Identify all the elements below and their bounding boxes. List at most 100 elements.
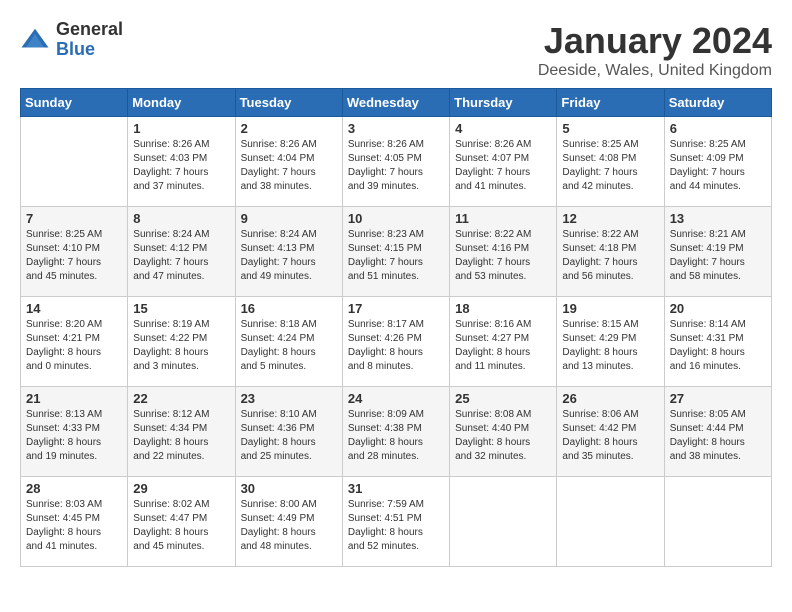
week-row-2: 7 Sunrise: 8:25 AM Sunset: 4:10 PM Daylig… [21,207,772,297]
calendar-cell: 1 Sunrise: 8:26 AM Sunset: 4:03 PM Daylig… [128,117,235,207]
day-number: 3 [348,121,444,136]
day-info: Sunrise: 8:25 AM Sunset: 4:09 PM Dayligh… [670,138,766,194]
day-number: 8 [133,211,229,226]
day-number: 13 [670,211,766,226]
calendar-cell: 23 Sunrise: 8:10 AM Sunset: 4:36 PM Dayli… [235,387,342,477]
day-number: 21 [26,391,122,406]
calendar-cell [664,477,771,567]
day-info: Sunrise: 8:14 AM Sunset: 4:31 PM Dayligh… [670,318,766,374]
calendar-cell: 27 Sunrise: 8:05 AM Sunset: 4:44 PM Dayli… [664,387,771,477]
day-info: Sunrise: 8:03 AM Sunset: 4:45 PM Dayligh… [26,498,122,554]
day-info: Sunrise: 8:15 AM Sunset: 4:29 PM Dayligh… [562,318,658,374]
logo-text: General Blue [56,20,123,60]
day-number: 9 [241,211,337,226]
day-info: Sunrise: 8:22 AM Sunset: 4:16 PM Dayligh… [455,228,551,284]
day-number: 26 [562,391,658,406]
day-number: 23 [241,391,337,406]
title-section: January 2024 Deeside, Wales, United King… [538,20,772,80]
day-info: Sunrise: 8:10 AM Sunset: 4:36 PM Dayligh… [241,408,337,464]
calendar-cell: 13 Sunrise: 8:21 AM Sunset: 4:19 PM Dayli… [664,207,771,297]
calendar-cell: 14 Sunrise: 8:20 AM Sunset: 4:21 PM Dayli… [21,297,128,387]
logo-icon [20,25,50,55]
day-number: 11 [455,211,551,226]
calendar-cell: 26Sunrise: 8:06 AM Sunset: 4:42 PM Dayli… [557,387,664,477]
day-number: 29 [133,481,229,496]
calendar-cell [557,477,664,567]
day-number: 1 [133,121,229,136]
calendar-cell: 31 Sunrise: 7:59 AM Sunset: 4:51 PM Dayli… [342,477,449,567]
day-number: 6 [670,121,766,136]
day-info: Sunrise: 8:16 AM Sunset: 4:27 PM Dayligh… [455,318,551,374]
calendar-cell: 6 Sunrise: 8:25 AM Sunset: 4:09 PM Daylig… [664,117,771,207]
calendar-header-row: SundayMondayTuesdayWednesdayThursdayFrid… [21,89,772,117]
calendar-table: SundayMondayTuesdayWednesdayThursdayFrid… [20,88,772,567]
day-number: 27 [670,391,766,406]
month-title: January 2024 [538,20,772,62]
day-info: Sunrise: 8:02 AM Sunset: 4:47 PM Dayligh… [133,498,229,554]
day-number: 20 [670,301,766,316]
calendar-cell: 28 Sunrise: 8:03 AM Sunset: 4:45 PM Dayli… [21,477,128,567]
column-header-tuesday: Tuesday [235,89,342,117]
day-number: 28 [26,481,122,496]
calendar-cell: 20 Sunrise: 8:14 AM Sunset: 4:31 PM Dayli… [664,297,771,387]
page-header: General Blue January 2024 Deeside, Wales… [20,20,772,80]
day-info: Sunrise: 8:26 AM Sunset: 4:04 PM Dayligh… [241,138,337,194]
logo-blue-text: Blue [56,40,123,60]
day-info: Sunrise: 8:00 AM Sunset: 4:49 PM Dayligh… [241,498,337,554]
day-info: Sunrise: 8:22 AM Sunset: 4:18 PM Dayligh… [562,228,658,284]
day-info: Sunrise: 8:26 AM Sunset: 4:03 PM Dayligh… [133,138,229,194]
calendar-cell: 2 Sunrise: 8:26 AM Sunset: 4:04 PM Daylig… [235,117,342,207]
calendar-cell: 18Sunrise: 8:16 AM Sunset: 4:27 PM Dayli… [450,297,557,387]
day-info: Sunrise: 8:12 AM Sunset: 4:34 PM Dayligh… [133,408,229,464]
calendar-cell: 19Sunrise: 8:15 AM Sunset: 4:29 PM Dayli… [557,297,664,387]
calendar-cell: 29 Sunrise: 8:02 AM Sunset: 4:47 PM Dayli… [128,477,235,567]
calendar-cell: 11 Sunrise: 8:22 AM Sunset: 4:16 PM Dayli… [450,207,557,297]
column-header-thursday: Thursday [450,89,557,117]
calendar-cell: 3 Sunrise: 8:26 AM Sunset: 4:05 PM Daylig… [342,117,449,207]
week-row-5: 28 Sunrise: 8:03 AM Sunset: 4:45 PM Dayli… [21,477,772,567]
day-number: 12 [562,211,658,226]
week-row-4: 21Sunrise: 8:13 AM Sunset: 4:33 PM Dayli… [21,387,772,477]
logo: General Blue [20,20,123,60]
week-row-3: 14 Sunrise: 8:20 AM Sunset: 4:21 PM Dayli… [21,297,772,387]
day-info: Sunrise: 8:08 AM Sunset: 4:40 PM Dayligh… [455,408,551,464]
day-info: Sunrise: 8:25 AM Sunset: 4:08 PM Dayligh… [562,138,658,194]
day-number: 7 [26,211,122,226]
column-header-saturday: Saturday [664,89,771,117]
calendar-cell: 12 Sunrise: 8:22 AM Sunset: 4:18 PM Dayli… [557,207,664,297]
calendar-cell: 5 Sunrise: 8:25 AM Sunset: 4:08 PM Daylig… [557,117,664,207]
calendar-cell [450,477,557,567]
calendar-cell: 10Sunrise: 8:23 AM Sunset: 4:15 PM Dayli… [342,207,449,297]
logo-general-text: General [56,20,123,40]
day-info: Sunrise: 8:26 AM Sunset: 4:05 PM Dayligh… [348,138,444,194]
day-number: 10 [348,211,444,226]
day-number: 31 [348,481,444,496]
day-info: Sunrise: 8:17 AM Sunset: 4:26 PM Dayligh… [348,318,444,374]
calendar-cell: 17Sunrise: 8:17 AM Sunset: 4:26 PM Dayli… [342,297,449,387]
day-info: Sunrise: 8:09 AM Sunset: 4:38 PM Dayligh… [348,408,444,464]
calendar-cell: 9 Sunrise: 8:24 AM Sunset: 4:13 PM Daylig… [235,207,342,297]
calendar-cell: 8Sunrise: 8:24 AM Sunset: 4:12 PM Daylig… [128,207,235,297]
day-number: 14 [26,301,122,316]
calendar-cell: 25 Sunrise: 8:08 AM Sunset: 4:40 PM Dayli… [450,387,557,477]
day-info: Sunrise: 8:25 AM Sunset: 4:10 PM Dayligh… [26,228,122,284]
week-row-1: 1 Sunrise: 8:26 AM Sunset: 4:03 PM Daylig… [21,117,772,207]
location-text: Deeside, Wales, United Kingdom [538,62,772,80]
day-info: Sunrise: 8:18 AM Sunset: 4:24 PM Dayligh… [241,318,337,374]
calendar-cell: 4Sunrise: 8:26 AM Sunset: 4:07 PM Daylig… [450,117,557,207]
day-info: Sunrise: 7:59 AM Sunset: 4:51 PM Dayligh… [348,498,444,554]
column-header-friday: Friday [557,89,664,117]
day-info: Sunrise: 8:05 AM Sunset: 4:44 PM Dayligh… [670,408,766,464]
calendar-cell: 15Sunrise: 8:19 AM Sunset: 4:22 PM Dayli… [128,297,235,387]
day-number: 4 [455,121,551,136]
calendar-cell: 7 Sunrise: 8:25 AM Sunset: 4:10 PM Daylig… [21,207,128,297]
day-number: 16 [241,301,337,316]
column-header-monday: Monday [128,89,235,117]
day-number: 24 [348,391,444,406]
day-number: 5 [562,121,658,136]
day-number: 2 [241,121,337,136]
day-number: 25 [455,391,551,406]
day-info: Sunrise: 8:24 AM Sunset: 4:13 PM Dayligh… [241,228,337,284]
day-info: Sunrise: 8:20 AM Sunset: 4:21 PM Dayligh… [26,318,122,374]
day-info: Sunrise: 8:21 AM Sunset: 4:19 PM Dayligh… [670,228,766,284]
